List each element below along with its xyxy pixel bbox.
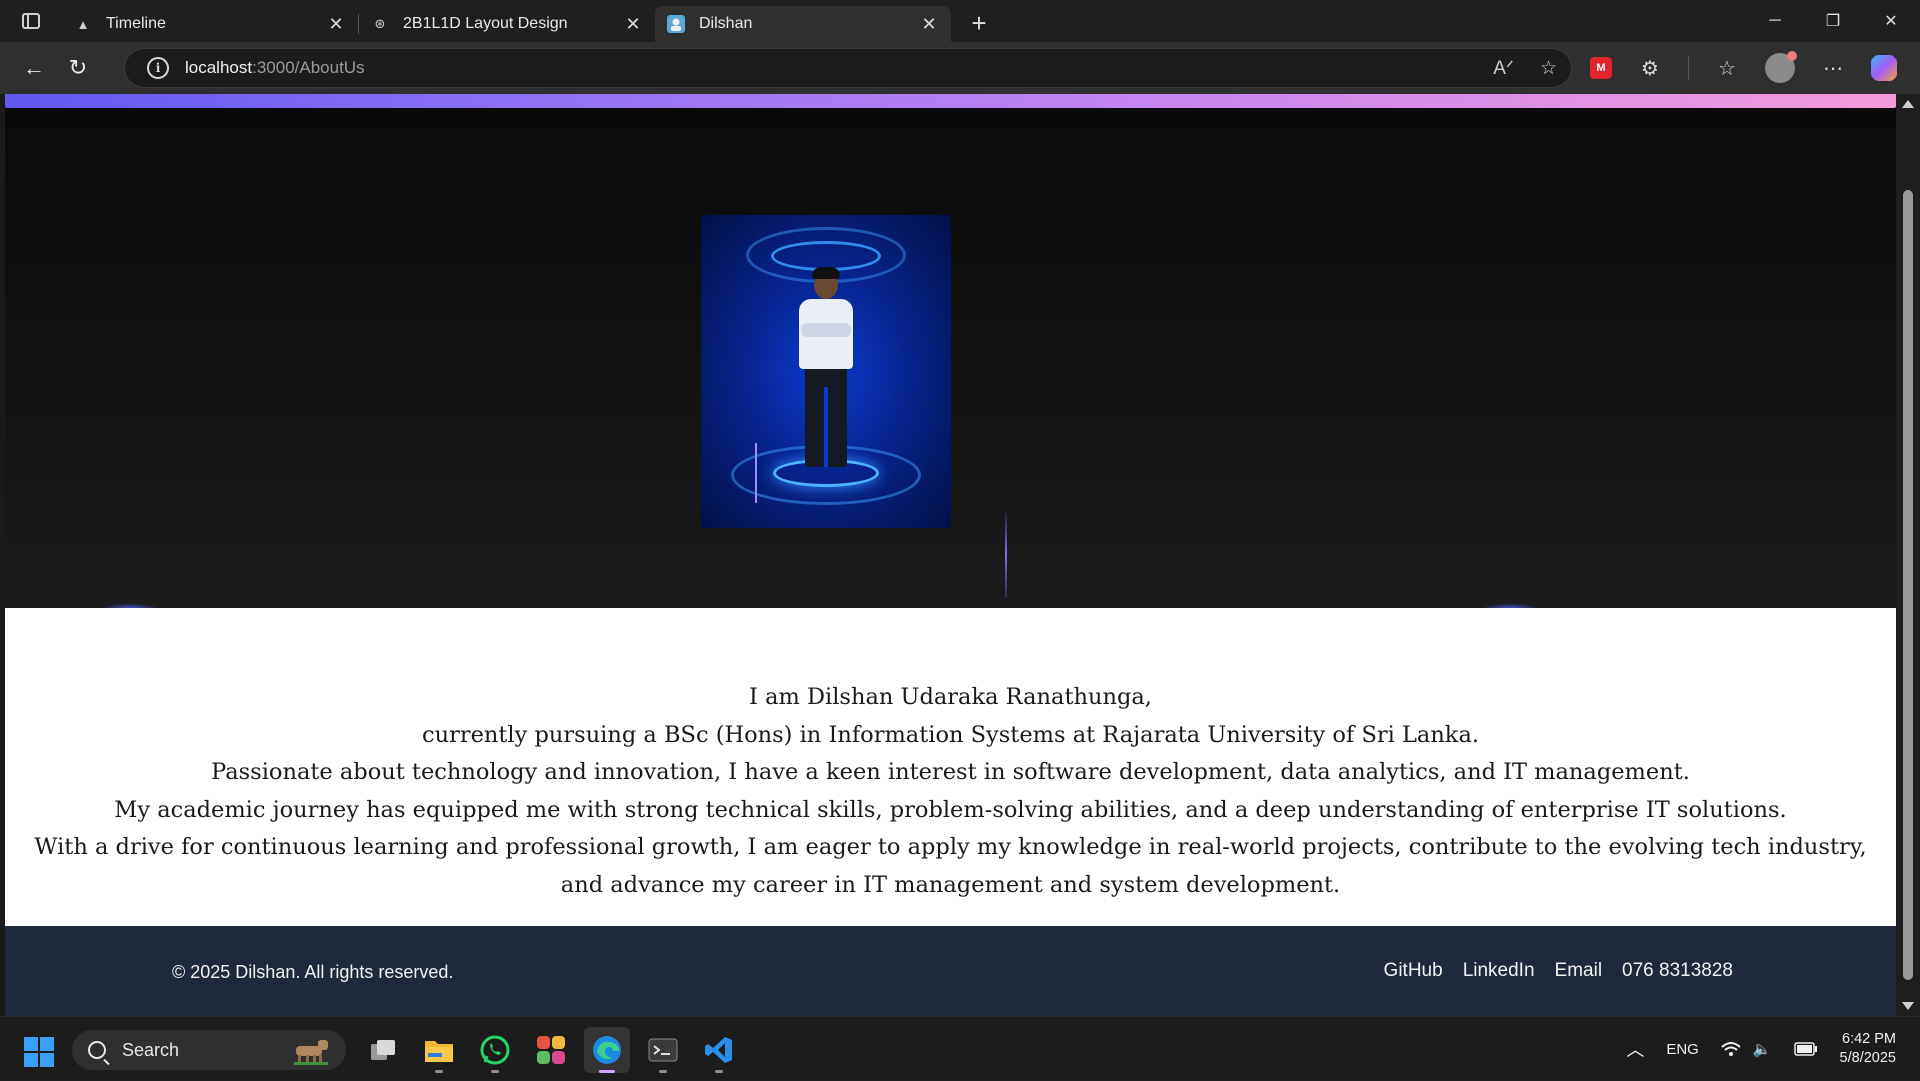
wifi-icon[interactable] [1721,1041,1741,1057]
footer-link-email[interactable]: Email [1555,960,1603,982]
accent-gradient-bar [5,94,1896,108]
office-apps-icon[interactable] [528,1027,574,1073]
address-bar[interactable]: i localhost:3000/AboutUs Aᐟ ☆ [124,48,1572,88]
task-view-icon[interactable] [360,1027,406,1073]
openai-icon: ⊛ [374,16,386,31]
footer-phone[interactable]: 076 8313828 [1622,960,1733,982]
running-indicator [435,1070,443,1073]
light-beam [1005,508,1007,598]
scroll-thumb[interactable] [1903,190,1913,980]
running-indicator [715,1070,723,1073]
refresh-button[interactable]: ↻ [56,48,100,88]
close-icon[interactable]: ✕ [919,14,939,34]
url-host: localhost [185,58,253,77]
toolbar-divider [1688,56,1689,80]
about-page: I am Dilshan Udaraka Ranathunga, current… [5,94,1896,1016]
copilot-icon[interactable] [1871,55,1897,81]
tab-dilshan[interactable]: Dilshan ✕ [655,6,951,42]
about-line: currently pursuing a BSc (Hons) in Infor… [421,721,1480,748]
extensions-row: M ⚙ ☆ ⋯ [1590,42,1897,94]
terminal-icon[interactable] [640,1027,686,1073]
tab-timeline[interactable]: ▲ Timeline ✕ [62,6,358,42]
profile-avatar[interactable] [1765,51,1797,83]
profile-photo [701,215,951,528]
person-legs [805,367,847,467]
about-line: and advance my career in IT management a… [560,871,1341,898]
tab-title: 2B1L1D Layout Design [403,15,568,32]
taskbar-apps [360,1027,742,1073]
about-line: With a drive for continuous learning and… [34,834,1867,860]
mendeley-extension-icon[interactable]: M [1590,57,1612,79]
about-text: I am Dilshan Udaraka Ranathunga, current… [5,679,1896,904]
more-menu-icon[interactable]: ⋯ [1819,54,1847,82]
vscode-icon[interactable] [696,1027,742,1073]
extensions-icon[interactable]: ⚙ [1636,54,1664,82]
edge-browser-icon[interactable] [584,1027,630,1073]
about-section: I am Dilshan Udaraka Ranathunga, current… [5,608,1896,926]
page-viewport: I am Dilshan Udaraka Ranathunga, current… [0,94,1920,1016]
clock-date: 5/8/2025 [1839,1050,1896,1066]
person-arms [801,323,851,337]
scroll-up-arrow-icon[interactable] [1902,100,1914,108]
browser-toolbar: ← ↻ i localhost:3000/AboutUs Aᐟ ☆ M ⚙ ☆ … [0,42,1920,94]
info-icon[interactable]: i [147,57,169,79]
page-scrollbar[interactable] [1896,94,1920,1016]
close-window-button[interactable]: ✕ [1862,0,1920,42]
close-icon[interactable]: ✕ [623,14,643,34]
show-hidden-icons-chevron-icon[interactable]: ︿ [1626,1036,1644,1062]
restore-button[interactable]: ❐ [1804,0,1862,42]
about-line: My academic journey has equipped me with… [114,796,1787,823]
running-indicator [491,1070,499,1073]
tab-strip: ▲ Timeline ✕ ⊛ 2B1L1D Layout Design ✕ Di… [0,0,1920,42]
about-line: Passionate about technology and innovati… [211,759,1690,785]
copyright-text: © 2025 Dilshan. All rights reserved. [172,962,454,982]
file-explorer-icon[interactable] [416,1027,462,1073]
light-beam [755,443,757,503]
windows-taskbar: Search ︿ ENG 🔈 6:42 PM 5/8/2025 [0,1016,1920,1080]
vercel-icon: ▲ [76,16,90,32]
back-button[interactable]: ← [12,48,56,88]
language-indicator[interactable]: ENG [1666,1041,1699,1058]
hero-section [5,108,1896,617]
tab-actions-icon [22,13,40,29]
url-path: :3000/AboutUs [252,58,365,77]
scroll-down-arrow-icon[interactable] [1902,1002,1914,1010]
address-bar-actions: Aᐟ ☆ [1493,49,1557,87]
active-indicator [599,1070,615,1073]
footer-link-linkedin[interactable]: LinkedIn [1463,960,1535,982]
person-hair [812,267,840,279]
url-text: localhost:3000/AboutUs [185,58,365,78]
whatsapp-icon[interactable] [472,1027,518,1073]
tab-layout-design[interactable]: ⊛ 2B1L1D Layout Design ✕ [359,6,655,42]
tab-title: Timeline [106,15,166,32]
tab-actions-button[interactable] [0,0,62,42]
clock-time: 6:42 PM [1842,1031,1896,1047]
running-indicator [659,1070,667,1073]
window-controls: ─ ❐ ✕ [1746,0,1920,42]
search-highlight-icon [294,1040,328,1065]
system-tray: ︿ ENG 🔈 6:42 PM 5/8/2025 [1626,1017,1920,1081]
read-aloud-icon[interactable]: Aᐟ [1493,57,1514,80]
favorites-icon[interactable]: ☆ [1713,54,1741,82]
footer-links: GitHub LinkedIn Email 076 8313828 [1384,960,1733,982]
site-footer: © 2025 Dilshan. All rights reserved. Git… [5,926,1896,1016]
footer-link-github[interactable]: GitHub [1384,960,1443,982]
windows-start-icon[interactable] [24,1037,54,1067]
search-icon [88,1041,106,1059]
battery-icon[interactable] [1793,1042,1818,1056]
taskbar-search[interactable]: Search [72,1030,346,1070]
tab-title: Dilshan [699,15,753,32]
site-icon [667,15,685,33]
about-line: I am Dilshan Udaraka Ranathunga, [749,684,1152,710]
new-tab-button[interactable]: + [959,5,999,41]
search-label: Search [122,1039,180,1060]
clock[interactable]: 6:42 PM 5/8/2025 [1840,1030,1896,1068]
volume-icon[interactable]: 🔈 [1753,1040,1772,1058]
favorite-star-icon[interactable]: ☆ [1540,57,1557,80]
close-icon[interactable]: ✕ [326,14,346,34]
minimize-button[interactable]: ─ [1746,0,1804,42]
